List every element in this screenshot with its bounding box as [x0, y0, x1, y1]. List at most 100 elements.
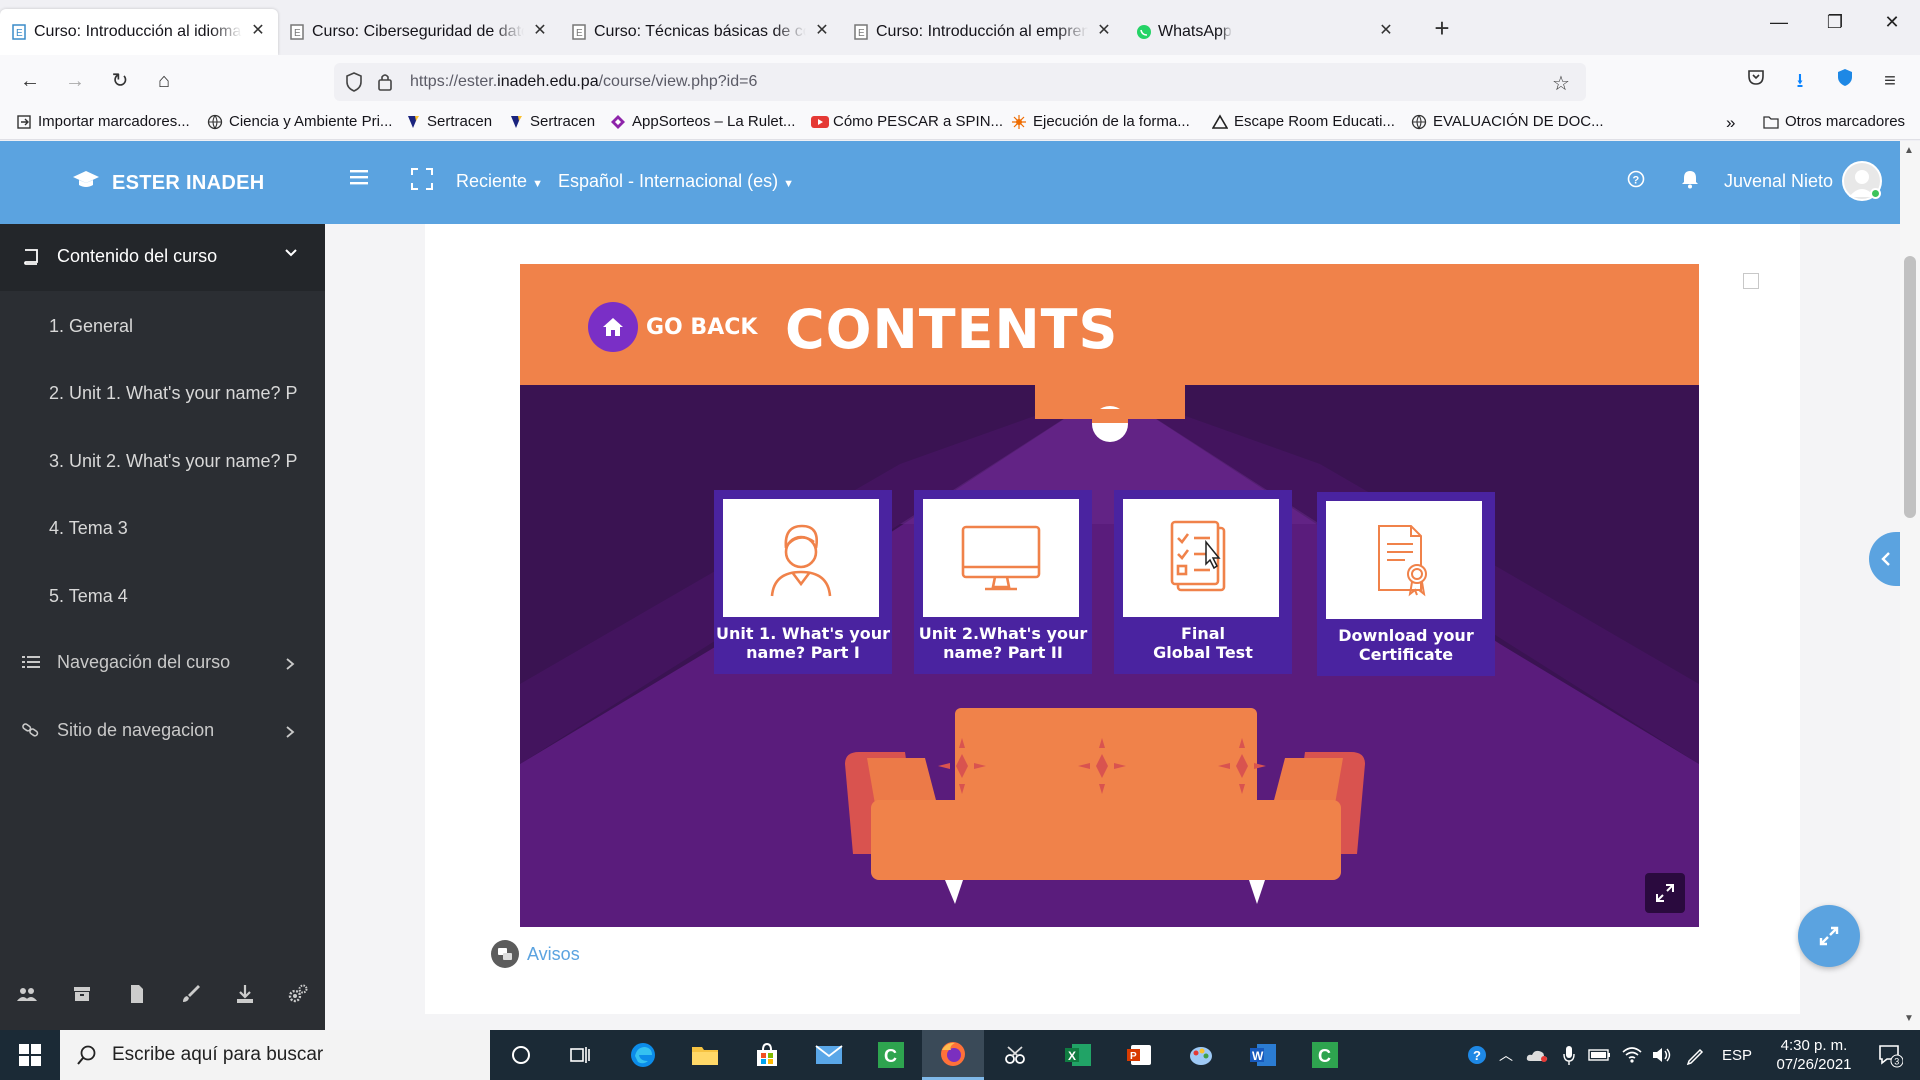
paintbrush-icon[interactable] [180, 983, 202, 1005]
tray-chevron-up-icon[interactable]: ︿ [1494, 1030, 1518, 1080]
site-brand[interactable]: ESTER INADEH [72, 169, 265, 197]
chevron-down-icon[interactable] [284, 246, 298, 265]
shield-icon[interactable] [344, 71, 364, 93]
url-text[interactable]: https://ester.inadeh.edu.pa/course/view.… [410, 73, 757, 91]
download-icon[interactable]: ⭳ [1784, 65, 1816, 97]
snipping-tool-icon[interactable] [984, 1030, 1046, 1080]
tab-course-ciberseguridad[interactable]: E Curso: Ciberseguridad de datos ✕ [278, 9, 560, 55]
presentation-app-icon[interactable]: P [1108, 1030, 1170, 1080]
word-icon[interactable]: W [1232, 1030, 1294, 1080]
bookmark-sertracen-1[interactable]: Sertracen [405, 113, 492, 130]
help-icon[interactable]: ? [1627, 170, 1645, 193]
hamburger-menu-icon[interactable] [350, 168, 370, 191]
url-bar[interactable]: https://ester.inadeh.edu.pa/course/view.… [334, 63, 1586, 101]
more-bookmarks-chevron-icon[interactable]: » [1726, 113, 1735, 133]
tile-unit1[interactable]: Unit 1. What's your name? Part I [714, 490, 892, 674]
bookmark-star-icon[interactable]: ☆ [1552, 71, 1570, 96]
scroll-up-icon[interactable]: ▲ [1904, 145, 1914, 156]
home-icon[interactable]: ⌂ [148, 65, 180, 97]
input-language-indicator[interactable]: ESP [1712, 1030, 1762, 1080]
new-tab-button[interactable]: + [1422, 9, 1462, 49]
reload-icon[interactable]: ↻ [104, 65, 136, 97]
close-tab-icon[interactable]: ✕ [1378, 23, 1394, 39]
close-window-button[interactable]: ✕ [1872, 12, 1912, 40]
excel-icon[interactable]: X [1047, 1030, 1109, 1080]
volume-icon[interactable] [1648, 1030, 1676, 1080]
camtasia-recorder-icon[interactable]: C [1294, 1030, 1356, 1080]
user-menu[interactable]: Juvenal Nieto [1724, 171, 1833, 192]
close-tab-icon[interactable]: ✕ [814, 23, 830, 39]
onedrive-icon[interactable] [1524, 1030, 1550, 1080]
tile-certificate[interactable]: Download your Certificate [1317, 492, 1495, 676]
participants-icon[interactable] [16, 983, 38, 1005]
sidebar-item-navegacion-curso[interactable]: Navegación del curso [0, 642, 325, 682]
tile-unit2[interactable]: Unit 2.What's your name? Part II [914, 490, 1092, 674]
sidebar-item-unit1[interactable]: 2. Unit 1. What's your name? P [49, 383, 309, 404]
tile-final-test[interactable]: Final Global Test [1114, 490, 1292, 674]
close-tab-icon[interactable]: ✕ [532, 23, 548, 39]
scrollbar-thumb[interactable] [1904, 256, 1916, 518]
tab-course-cocina[interactable]: E Curso: Técnicas básicas de cocin ✕ [560, 9, 842, 55]
sidebar-item-unit2[interactable]: 3. Unit 2. What's your name? P [49, 451, 309, 472]
pocket-icon[interactable] [1740, 65, 1772, 97]
back-icon[interactable]: ← [14, 65, 46, 97]
avatar[interactable] [1842, 161, 1882, 201]
cortana-icon[interactable] [490, 1030, 552, 1080]
language-dropdown[interactable]: Español - Internacional (es) ▼ [558, 171, 794, 192]
block-drawer-toggle[interactable] [1869, 532, 1900, 586]
tab-course-ingles[interactable]: E Curso: Introducción al idioma in ✕ [0, 9, 278, 55]
bookmark-otros[interactable]: Otros marcadores [1763, 113, 1905, 130]
bookmark-import[interactable]: Importar marcadores... [16, 113, 190, 130]
sidebar-item-general[interactable]: 1. General [49, 316, 309, 337]
settings-gears-icon[interactable] [287, 983, 309, 1005]
bookmark-sertracen-2[interactable]: Sertracen [508, 113, 595, 130]
bookmark-appsorteos[interactable]: AppSorteos – La Rulet... [610, 113, 795, 130]
help-tray-icon[interactable]: ? [1462, 1030, 1492, 1080]
recent-dropdown[interactable]: Reciente ▼ [456, 171, 543, 192]
tab-whatsapp[interactable]: WhatsApp ✕ [1124, 9, 1406, 55]
notification-bell-icon[interactable] [1681, 169, 1699, 194]
bookmark-ejecucion[interactable]: Ejecución de la forma... [1011, 113, 1190, 130]
paint-app-icon[interactable] [1170, 1030, 1232, 1080]
expand-content-button[interactable] [1798, 905, 1860, 967]
download-icon[interactable] [234, 983, 256, 1005]
clock[interactable]: 4:30 p. m. 07/26/2021 [1767, 1036, 1861, 1074]
microphone-icon[interactable] [1556, 1030, 1582, 1080]
go-back-button[interactable]: GO BACK [588, 302, 757, 352]
minimize-window-button[interactable]: — [1759, 12, 1799, 40]
fullscreen-icon[interactable] [411, 168, 433, 195]
task-view-icon[interactable] [549, 1030, 611, 1080]
bookmark-evaluacion[interactable]: EVALUACIÓN DE DOC... [1411, 113, 1604, 130]
avisos-link[interactable]: Avisos [491, 940, 580, 968]
firefox-icon[interactable] [922, 1030, 984, 1080]
sidebar-item-tema4[interactable]: 5. Tema 4 [49, 586, 309, 607]
bookmark-escape-room[interactable]: Escape Room Educati... [1211, 113, 1395, 130]
completion-checkbox[interactable] [1743, 273, 1759, 289]
h5p-fullscreen-button[interactable] [1645, 873, 1685, 913]
page-scrollbar[interactable]: ▲ ▼ [1900, 141, 1920, 1030]
extension-shield-icon[interactable] [1829, 65, 1861, 97]
taskbar-search-box[interactable]: Escribe aquí para buscar [60, 1030, 490, 1080]
edge-browser-icon[interactable] [612, 1030, 674, 1080]
close-tab-icon[interactable]: ✕ [250, 23, 266, 39]
forward-icon[interactable]: → [59, 65, 91, 97]
sidebar-item-sitio-navegacion[interactable]: Sitio de navegacion [0, 710, 325, 750]
archive-icon[interactable] [71, 983, 93, 1005]
sidebar-section-header[interactable]: Contenido del curso [0, 224, 325, 291]
notification-center-icon[interactable]: 3 [1864, 1030, 1916, 1080]
tab-course-emprendimiento[interactable]: E Curso: Introducción al emprendi ✕ [842, 9, 1124, 55]
microsoft-store-icon[interactable] [736, 1030, 798, 1080]
scroll-down-icon[interactable]: ▼ [1904, 1013, 1914, 1024]
close-tab-icon[interactable]: ✕ [1096, 23, 1112, 39]
bookmark-ciencia[interactable]: Ciencia y Ambiente Pri... [207, 113, 392, 130]
mail-icon[interactable] [798, 1030, 860, 1080]
restore-window-button[interactable]: ❐ [1815, 12, 1855, 40]
wifi-icon[interactable] [1618, 1030, 1646, 1080]
windows-start-icon[interactable] [0, 1030, 60, 1080]
lock-icon[interactable] [376, 71, 394, 93]
menu-hamburger-icon[interactable]: ≡ [1874, 65, 1906, 97]
battery-icon[interactable] [1586, 1030, 1614, 1080]
bookmark-youtube[interactable]: Cómo PESCAR a SPIN... [811, 113, 1003, 130]
camtasia-icon[interactable]: C [860, 1030, 922, 1080]
file-explorer-icon[interactable] [674, 1030, 736, 1080]
